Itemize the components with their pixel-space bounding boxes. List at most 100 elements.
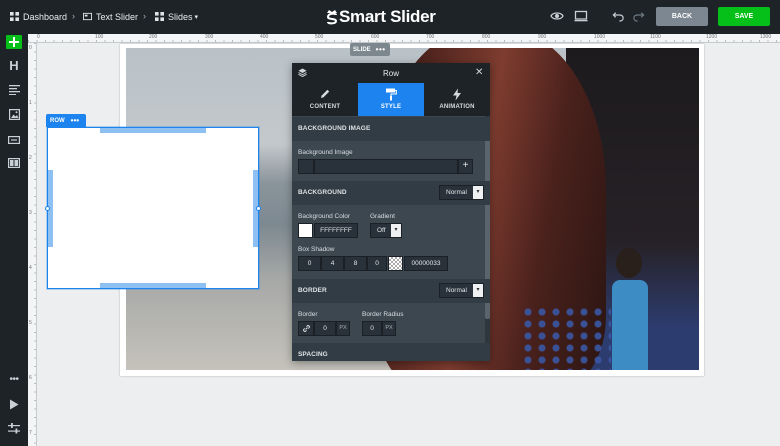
ruler-tick-label: 5 xyxy=(29,320,32,326)
photo-child xyxy=(612,248,648,370)
ruler-tick-label: 1300 xyxy=(760,34,772,40)
slide-tag-label: SLIDE xyxy=(353,46,371,53)
preview-eye-icon[interactable] xyxy=(549,9,565,25)
row-element[interactable] xyxy=(45,127,261,289)
breadcrumb-slides-label: Slides xyxy=(168,12,193,22)
box-shadow-color-input[interactable]: 00000033 xyxy=(404,256,448,271)
border-link-toggle[interactable] xyxy=(298,321,314,336)
panel-title: Row xyxy=(382,69,399,78)
back-button[interactable]: BACK xyxy=(656,7,708,26)
ruler-tick-label: 900 xyxy=(538,34,547,40)
device-desktop-icon[interactable] xyxy=(573,9,589,25)
undo-icon[interactable] xyxy=(610,9,626,25)
row-more-icon[interactable]: ••• xyxy=(71,116,79,125)
gradient-select[interactable]: Off ▾ xyxy=(370,223,402,238)
heading-layer-icon[interactable]: H xyxy=(6,59,22,73)
redo-icon[interactable] xyxy=(630,9,646,25)
ruler-tick-label: 1 xyxy=(29,100,32,106)
border-radius-label: Border Radius xyxy=(362,311,404,318)
ruler-tick-label: 0 xyxy=(29,45,32,51)
chevron-down-icon: ▾ xyxy=(391,224,401,237)
ruler-tick-label: 0 xyxy=(37,34,40,40)
row-padding-bottom-handle[interactable] xyxy=(100,283,206,288)
tab-style[interactable]: STYLE xyxy=(358,83,424,116)
background-mode-select[interactable]: Normal ▾ xyxy=(439,185,484,200)
play-icon[interactable] xyxy=(6,399,22,413)
adjust-settings-icon[interactable] xyxy=(6,423,22,437)
section-background-image[interactable]: BACKGROUND IMAGE xyxy=(292,117,490,141)
breadcrumb-text-slider[interactable]: Text Slider xyxy=(83,11,138,23)
row-tag[interactable]: ROW ••• xyxy=(46,114,86,127)
ruler-tick-label: 2 xyxy=(29,155,32,161)
box-shadow-blur-input[interactable]: 8 xyxy=(344,256,367,271)
row-resize-left-handle[interactable] xyxy=(45,206,50,211)
panel-header[interactable]: Row ✕ xyxy=(292,63,490,83)
box-shadow-y-input[interactable]: 4 xyxy=(321,256,344,271)
breadcrumb-dashboard-label: Dashboard xyxy=(23,12,68,22)
smart-slider-logo: Smart Slider xyxy=(326,7,436,27)
add-background-image-button[interactable]: + xyxy=(458,159,473,174)
breadcrumb-separator-icon: › xyxy=(72,11,75,21)
gradient-label: Gradient xyxy=(370,213,395,220)
section-spacing[interactable]: SPACING xyxy=(292,343,490,361)
dashboard-icon xyxy=(10,11,19,23)
row-tag-label: ROW xyxy=(50,117,65,124)
breadcrumb-slides-dropdown[interactable]: Slides ▾ xyxy=(155,11,198,23)
ruler-tick-label: 1100 xyxy=(650,34,661,40)
photo-dress-pattern xyxy=(521,306,611,370)
box-shadow-color-swatch[interactable] xyxy=(388,256,403,271)
chevron-down-icon: ▾ xyxy=(473,284,483,297)
tab-content[interactable]: CONTENT xyxy=(292,83,358,116)
row-padding-top-handle[interactable] xyxy=(100,128,206,133)
background-color-input[interactable]: FFFFFFFF xyxy=(314,223,358,238)
ruler-tick-label: 1200 xyxy=(706,34,718,40)
ruler-tick-label: 3 xyxy=(29,210,32,216)
ruler-tick-label: 800 xyxy=(482,34,491,40)
image-layer-icon[interactable] xyxy=(6,109,22,123)
border-unit: PX xyxy=(336,321,350,336)
tab-animation-label: ANIMATION xyxy=(439,104,475,110)
border-mode-select[interactable]: Normal ▾ xyxy=(439,283,484,298)
save-button[interactable]: SAVE xyxy=(718,7,770,26)
tab-content-label: CONTENT xyxy=(309,104,341,110)
ruler-tick-label: 600 xyxy=(371,34,380,40)
breadcrumb-text-slider-label: Text Slider xyxy=(96,12,139,22)
background-color-swatch[interactable] xyxy=(298,223,313,238)
box-shadow-spread-input[interactable]: 0 xyxy=(367,256,387,271)
slide-tag[interactable]: SLIDE ••• xyxy=(350,43,390,56)
ruler-horizontal[interactable]: 0 100 200 300 400 500 600 700 800 900 10… xyxy=(28,34,780,43)
border-radius-input[interactable]: 0 xyxy=(362,321,382,336)
background-image-label: Background Image xyxy=(298,149,353,156)
link-icon xyxy=(302,325,311,335)
border-radius-unit: PX xyxy=(382,321,396,336)
left-toolbar: H ••• xyxy=(0,34,28,446)
background-image-input[interactable] xyxy=(314,159,458,174)
chevron-down-icon: ▾ xyxy=(473,186,483,199)
background-image-preview[interactable] xyxy=(298,159,314,174)
close-icon[interactable]: ✕ xyxy=(475,67,483,78)
grid-icon xyxy=(155,11,164,23)
ruler-tick-label: 7 xyxy=(29,430,32,436)
add-layer-button[interactable] xyxy=(6,35,22,49)
border-label: Border xyxy=(298,311,318,318)
more-dots-icon[interactable]: ••• xyxy=(6,373,22,387)
background-color-label: Background Color xyxy=(298,213,351,220)
ruler-tick-label: 300 xyxy=(205,34,214,40)
text-layer-icon[interactable] xyxy=(6,84,22,98)
border-mode-value: Normal xyxy=(446,287,467,294)
slide-more-icon[interactable]: ••• xyxy=(376,45,386,54)
breadcrumb-dashboard[interactable]: Dashboard xyxy=(10,11,67,23)
ruler-tick-label: 700 xyxy=(426,34,435,40)
pencil-icon xyxy=(292,88,358,101)
row-resize-right-handle[interactable] xyxy=(256,206,261,211)
top-bar: Dashboard › Text Slider › Slides ▾ Smart… xyxy=(0,0,780,34)
ruler-vertical[interactable]: 0 1 2 3 4 5 6 7 xyxy=(28,43,37,446)
border-width-input[interactable]: 0 xyxy=(314,321,336,336)
button-layer-icon[interactable] xyxy=(6,133,22,147)
ruler-tick-label: 6 xyxy=(29,375,32,381)
panel-tabs: CONTENT STYLE ANIMATION xyxy=(292,83,490,116)
structure-layer-icon[interactable] xyxy=(6,157,22,171)
tab-animation[interactable]: ANIMATION xyxy=(424,83,490,116)
box-shadow-x-input[interactable]: 0 xyxy=(298,256,321,271)
ruler-tick-label: 4 xyxy=(29,265,32,271)
